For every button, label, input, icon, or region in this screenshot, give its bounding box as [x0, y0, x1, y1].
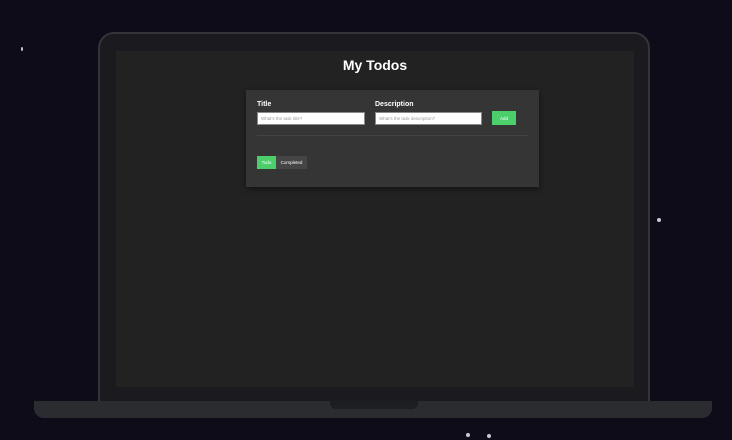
background-star	[466, 433, 470, 437]
background-star	[487, 434, 491, 438]
todo-card: Title Description Add Todo Completed	[246, 90, 539, 187]
background-star	[21, 47, 23, 51]
tab-todo[interactable]: Todo	[257, 156, 276, 169]
app-screen: My Todos Title Description Add Todo Comp…	[116, 51, 634, 387]
divider	[257, 135, 528, 136]
add-button[interactable]: Add	[492, 111, 516, 125]
background-star	[657, 218, 661, 222]
description-label: Description	[375, 101, 414, 108]
title-input[interactable]	[257, 112, 365, 125]
title-label: Title	[257, 101, 272, 108]
description-input[interactable]	[375, 112, 482, 125]
tab-completed[interactable]: Completed	[276, 156, 307, 169]
laptop-notch	[330, 401, 418, 409]
page-title: My Todos	[342, 57, 408, 73]
